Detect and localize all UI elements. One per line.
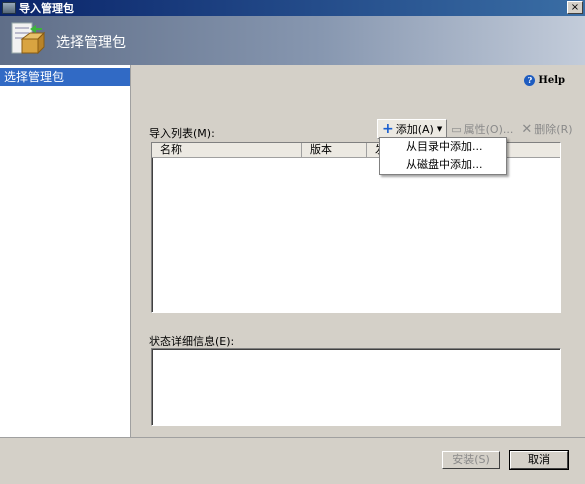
main-content: ? Help 导入列表(M): + 添加(A) ▼ ▭ 属性(O)... ✕ 删…: [131, 65, 585, 437]
window-title: 导入管理包: [19, 2, 74, 15]
help-icon: ?: [524, 75, 536, 86]
add-label: 添加(A): [395, 123, 434, 136]
remove-label: 删除(R): [534, 123, 573, 136]
column-header-name[interactable]: 名称: [152, 143, 302, 157]
help-link[interactable]: ? Help: [524, 75, 565, 86]
remove-button[interactable]: ✕ 删除(R): [517, 119, 576, 139]
install-button[interactable]: 安装(S): [442, 451, 500, 469]
sidebar-item-select-package[interactable]: 选择管理包: [0, 68, 130, 86]
wizard-footer: 安装(S) 取消: [0, 437, 585, 484]
status-details-label: 状态详细信息(E):: [149, 335, 235, 348]
delete-icon: ✕: [521, 121, 533, 137]
close-button[interactable]: ×: [567, 1, 583, 14]
chevron-down-icon: ▼: [436, 125, 443, 133]
status-details-box[interactable]: [151, 348, 561, 426]
package-import-icon: [11, 22, 46, 55]
add-dropdown-menu: 从目录中添加... 从磁盘中添加...: [379, 137, 507, 175]
wizard-title: 选择管理包: [56, 35, 126, 51]
help-label: Help: [538, 75, 565, 86]
window-title-bar: 导入管理包 ×: [0, 0, 585, 16]
plus-icon: +: [382, 121, 394, 137]
app-icon: [2, 2, 16, 14]
menu-item-add-from-disk[interactable]: 从磁盘中添加...: [380, 156, 506, 174]
properties-label: 属性(O)...: [463, 123, 514, 136]
wizard-sidebar: 选择管理包: [0, 65, 131, 437]
column-header-version[interactable]: 版本: [302, 143, 367, 157]
wizard-header: 选择管理包: [0, 16, 585, 65]
add-button[interactable]: + 添加(A) ▼: [377, 119, 448, 139]
import-list-label: 导入列表(M):: [149, 127, 215, 140]
menu-item-add-from-catalog[interactable]: 从目录中添加...: [380, 138, 506, 156]
list-toolbar: + 添加(A) ▼ ▭ 属性(O)... ✕ 删除(R): [377, 119, 577, 139]
cancel-button[interactable]: 取消: [509, 450, 569, 470]
properties-button[interactable]: ▭ 属性(O)...: [447, 119, 517, 139]
properties-icon: ▭: [451, 122, 462, 136]
